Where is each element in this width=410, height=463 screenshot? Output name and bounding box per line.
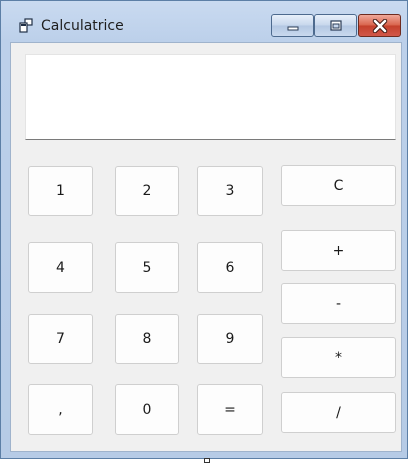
calculator-window: Calculatrice 1 2 3 C 4 5 6 + - 7 8 9 * ,… — [0, 0, 408, 459]
calculator-body: 1 2 3 C 4 5 6 + - 7 8 9 * , 0 = / — [10, 42, 402, 452]
key-5-button[interactable]: 5 — [115, 242, 179, 293]
minimize-button[interactable] — [271, 14, 314, 37]
app-icon — [19, 18, 33, 33]
maximize-icon — [329, 19, 342, 31]
comma-button[interactable]: , — [28, 384, 93, 435]
display-field[interactable] — [25, 54, 396, 140]
multiply-button[interactable]: * — [281, 337, 396, 378]
key-3-button[interactable]: 3 — [197, 166, 263, 216]
key-7-button[interactable]: 7 — [28, 314, 93, 364]
maximize-button[interactable] — [314, 14, 357, 37]
minus-button[interactable]: - — [281, 283, 396, 324]
close-button[interactable] — [358, 14, 401, 37]
window-title: Calculatrice — [41, 18, 124, 34]
divide-button[interactable]: / — [281, 392, 396, 433]
key-1-button[interactable]: 1 — [28, 166, 93, 216]
equals-button[interactable]: = — [197, 384, 263, 435]
plus-button[interactable]: + — [281, 230, 396, 271]
minimize-icon — [287, 26, 298, 30]
resize-handle[interactable] — [204, 458, 210, 463]
key-8-button[interactable]: 8 — [115, 314, 179, 364]
key-4-button[interactable]: 4 — [28, 242, 93, 293]
close-icon — [372, 18, 387, 33]
key-2-button[interactable]: 2 — [115, 166, 179, 216]
key-9-button[interactable]: 9 — [197, 314, 263, 364]
key-0-button[interactable]: 0 — [115, 384, 179, 435]
key-6-button[interactable]: 6 — [197, 242, 263, 293]
title-bar[interactable]: Calculatrice — [1, 1, 407, 37]
clear-button[interactable]: C — [281, 165, 396, 206]
